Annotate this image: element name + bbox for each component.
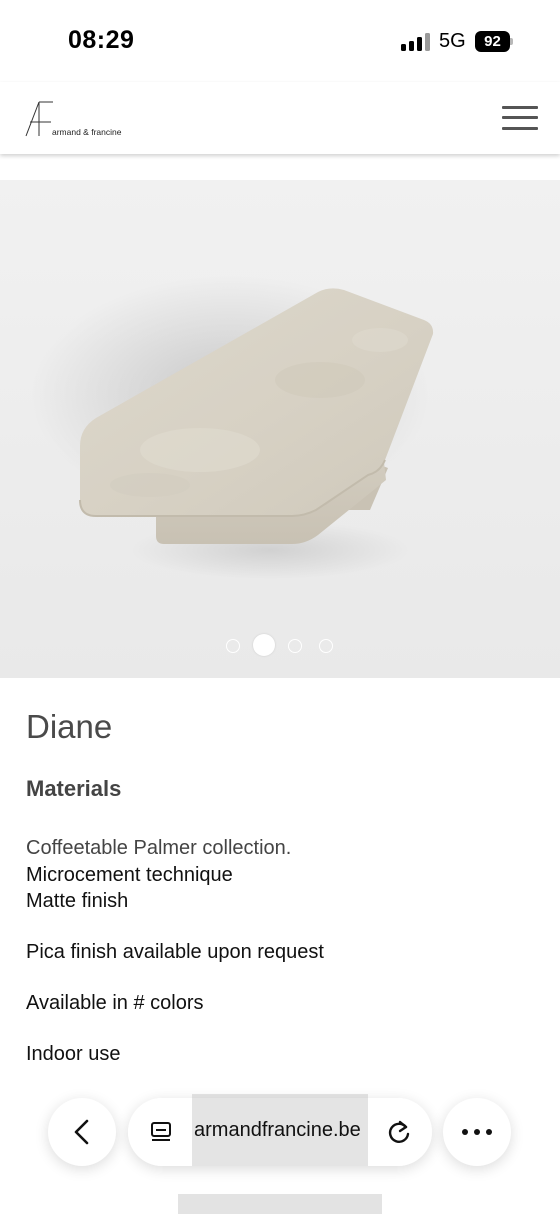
- browser-toolbar: armandfrancine.be: [0, 1090, 560, 1214]
- battery-indicator: 92: [475, 31, 510, 52]
- product-image: [30, 275, 434, 580]
- address-bar[interactable]: armandfrancine.be: [128, 1098, 432, 1166]
- battery-tip: [510, 38, 513, 45]
- description-line: Matte finish: [26, 890, 129, 912]
- reload-icon[interactable]: [385, 1118, 413, 1146]
- carousel-dot[interactable]: [288, 639, 302, 653]
- brand-logo[interactable]: armand & francine: [24, 98, 144, 140]
- chevron-left-icon: [74, 1119, 89, 1145]
- carousel-dot[interactable]: [226, 639, 240, 653]
- status-time: 08:29: [68, 26, 135, 54]
- address-url: armandfrancine.be: [194, 1119, 361, 1141]
- description-line: Pica finish available upon request: [26, 941, 324, 963]
- status-bar: 08:29 5G 92: [0, 0, 560, 82]
- toolbar-bottom-strip: [178, 1194, 382, 1214]
- carousel-dot-active[interactable]: [253, 634, 275, 656]
- site-header: armand & francine: [0, 82, 560, 154]
- hamburger-menu-icon[interactable]: [502, 104, 538, 132]
- description-line: Coffeetable Palmer collection.: [26, 837, 292, 859]
- materials-heading: Materials: [26, 776, 122, 801]
- more-dots-icon: [462, 1129, 492, 1135]
- network-type: 5G: [439, 30, 466, 52]
- description-line: Microcement technique: [26, 864, 233, 886]
- carousel-dots: [0, 634, 560, 658]
- carousel-dot[interactable]: [319, 639, 333, 653]
- description-line: Available in # colors: [26, 992, 204, 1014]
- logo-text: armand & francine: [52, 127, 122, 137]
- product-image-gallery[interactable]: [0, 180, 560, 678]
- more-button[interactable]: [443, 1098, 511, 1166]
- signal-strength-icon: [401, 33, 431, 51]
- product-title: Diane: [26, 708, 113, 745]
- logo-mark-icon: [25, 101, 53, 137]
- reader-mode-icon[interactable]: [150, 1120, 174, 1144]
- back-button[interactable]: [48, 1098, 116, 1166]
- description-line: Indoor use: [26, 1043, 121, 1065]
